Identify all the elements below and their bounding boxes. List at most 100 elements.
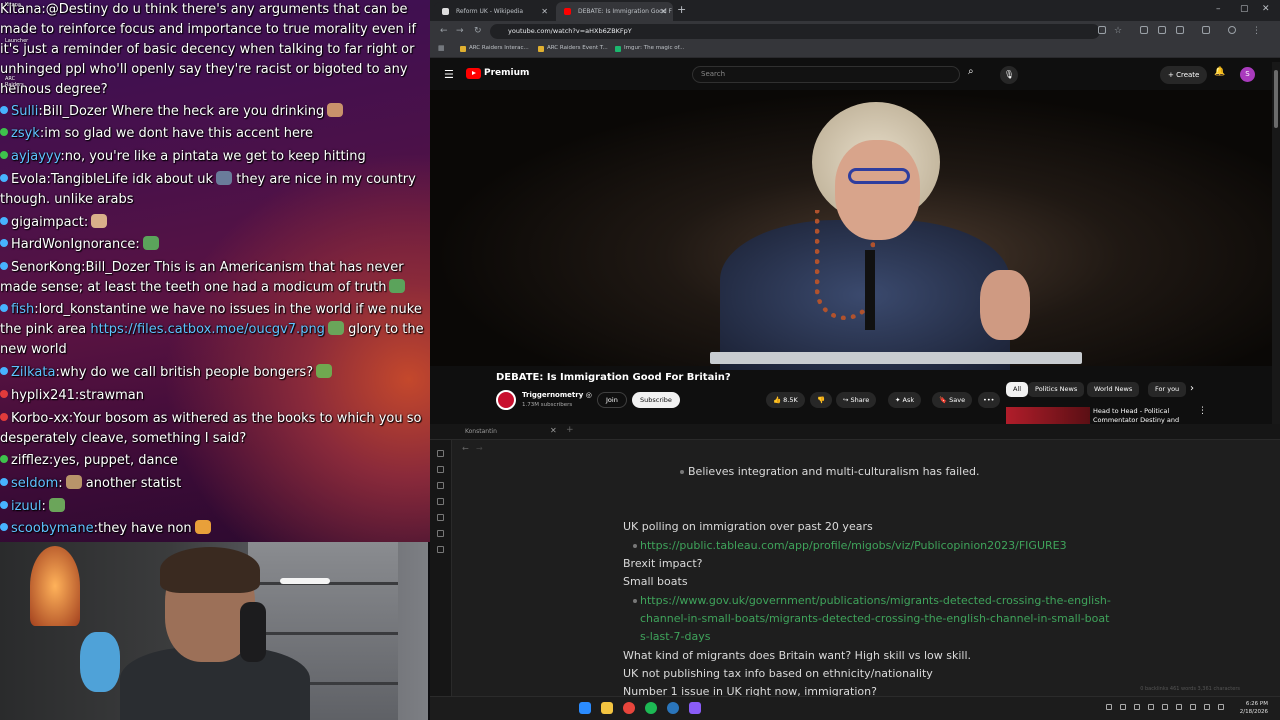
chat-username[interactable]: ayjayyy [11, 149, 60, 164]
create-button[interactable]: + Create [1160, 66, 1208, 84]
forward-arrow-icon[interactable]: → [456, 26, 464, 36]
chat-username[interactable]: zsyk [11, 126, 40, 141]
bookmark-imgur[interactable]: Imgur: The magic of... [615, 45, 684, 52]
bookmark-arc-raiders-interactive[interactable]: ARC Raiders Interac... [460, 45, 529, 52]
list-icon[interactable] [437, 546, 444, 553]
note-line[interactable]: Small boats [623, 573, 688, 591]
file-icon[interactable] [437, 450, 444, 457]
chat-username[interactable]: Sulli [11, 104, 38, 119]
steam-icon[interactable] [667, 702, 679, 714]
chat-username[interactable]: zifflez [11, 453, 49, 468]
desktop-icon-launcher[interactable]: Launcher [5, 38, 28, 44]
chat-username[interactable]: gigaimpact [11, 215, 84, 230]
volume-icon[interactable] [1204, 704, 1210, 710]
tray-icon[interactable] [1148, 704, 1154, 710]
canvas-icon[interactable] [437, 482, 444, 489]
reload-icon[interactable]: ↻ [474, 26, 482, 36]
chat-username[interactable]: seldom [11, 476, 58, 491]
chat-username[interactable]: Korbo-xx [11, 411, 69, 426]
copy-icon[interactable] [437, 514, 444, 521]
chip-all[interactable]: All [1006, 382, 1029, 397]
chat-username[interactable]: Evola [11, 172, 46, 187]
account-avatar[interactable]: S [1240, 67, 1255, 82]
install-icon[interactable] [1098, 26, 1106, 34]
note-line[interactable]: What kind of migrants does Britain want?… [623, 647, 971, 665]
chip-for-you[interactable]: For you [1148, 382, 1187, 397]
apps-icon[interactable]: ▦ [438, 44, 445, 52]
like-button[interactable]: 👍 8.5K [766, 392, 805, 408]
voice-search-icon[interactable]: 🎙 [1000, 66, 1018, 84]
note-line[interactable]: UK not publishing tax info based on ethn… [623, 665, 933, 683]
desktop-icon-arc-raiders[interactable]: ARC Raiders [5, 76, 25, 88]
extension-icon[interactable] [1158, 26, 1166, 34]
ask-button[interactable]: ✦ Ask [888, 392, 922, 408]
extension-icon[interactable] [1140, 26, 1148, 34]
youtube-logo-icon[interactable] [466, 68, 481, 79]
spotify-icon[interactable] [645, 702, 657, 714]
start-icon[interactable] [579, 702, 591, 714]
file-explorer-icon[interactable] [601, 702, 613, 714]
more-vert-icon[interactable]: ⋮ [1198, 406, 1207, 416]
chat-username[interactable]: Zilkata [11, 365, 55, 380]
video-player[interactable] [430, 90, 1272, 370]
chat-username[interactable]: HardWonIgnorance [11, 237, 135, 252]
battery-icon[interactable] [1218, 704, 1224, 710]
chat-username[interactable]: SenorKong [11, 260, 81, 275]
desktop-icon-kitana[interactable]: Kitana [5, 2, 25, 8]
minimize-button[interactable]: – [1216, 4, 1221, 14]
channel-name[interactable]: Triggernometry ◎ [522, 391, 592, 399]
new-tab-button[interactable]: + [677, 3, 686, 16]
extension-icon[interactable] [1176, 26, 1184, 34]
chip-politics-news[interactable]: Politics News [1028, 382, 1085, 397]
note-line[interactable]: Brexit impact? [623, 555, 702, 573]
close-tab-icon[interactable]: ✕ [541, 2, 548, 21]
note-line[interactable]: Believes integration and multi-culturali… [688, 463, 979, 481]
chrome-icon[interactable] [623, 702, 635, 714]
note-link[interactable]: s-last-7-days [640, 628, 710, 646]
chip-world-news[interactable]: World News [1087, 382, 1140, 397]
terminal-icon[interactable] [437, 530, 444, 537]
scrollbar-thumb[interactable] [1274, 70, 1278, 128]
tray-icon[interactable] [1134, 704, 1140, 710]
note-link[interactable]: https://www.gov.uk/government/publicatio… [640, 592, 1111, 610]
close-tab-icon[interactable]: ✕ [660, 2, 667, 21]
close-window-button[interactable]: ✕ [1262, 4, 1270, 14]
obsidian-icon[interactable] [689, 702, 701, 714]
tab-youtube[interactable]: DEBATE: Is Immigration Good F ✕ [556, 2, 673, 21]
chevron-right-icon[interactable]: › [1190, 383, 1194, 394]
bookmark-arc-raiders-event[interactable]: ARC Raiders Event T... [538, 45, 608, 52]
network-icon[interactable] [1190, 704, 1196, 710]
back-arrow-icon[interactable]: ← [462, 444, 469, 453]
join-button[interactable]: Join [597, 392, 627, 408]
chat-username[interactable]: scoobymane [11, 521, 94, 536]
dislike-button[interactable]: 👎 [810, 392, 833, 408]
tray-icon[interactable] [1120, 704, 1126, 710]
back-arrow-icon[interactable]: ← [440, 26, 448, 36]
calendar-icon[interactable] [437, 498, 444, 505]
new-note-tab-icon[interactable]: + [566, 425, 574, 435]
tray-icon[interactable] [1106, 704, 1112, 710]
chat-username[interactable]: fish [11, 302, 34, 317]
close-note-tab-icon[interactable]: ✕ [550, 426, 557, 435]
search-input[interactable]: Search [692, 66, 960, 83]
tray-icon[interactable] [1176, 704, 1182, 710]
channel-avatar[interactable] [496, 390, 516, 410]
recommended-title[interactable]: Head to Head - Political Commentator Des… [1093, 407, 1203, 424]
chat-username[interactable]: hyplix241 [11, 388, 75, 403]
save-button[interactable]: 🔖 Save [932, 392, 973, 408]
sidepanel-icon[interactable] [1202, 26, 1210, 34]
profile-icon[interactable] [1228, 26, 1236, 34]
notifications-bell-icon[interactable]: 🔔 [1214, 67, 1225, 77]
graph-icon[interactable] [437, 466, 444, 473]
tray-icon[interactable] [1162, 704, 1168, 710]
clock[interactable]: 6:26 PM 2/18/2026 [1240, 700, 1268, 716]
youtube-premium-label[interactable]: Premium [484, 68, 529, 78]
chat-link[interactable]: https://files.catbox.moe/oucgv7.png [90, 322, 325, 337]
forward-arrow-icon[interactable]: → [476, 444, 483, 453]
subscribe-button[interactable]: Subscribe [632, 392, 680, 408]
more-actions-button[interactable]: ••• [978, 392, 1000, 408]
recommended-thumbnail[interactable] [1006, 407, 1090, 424]
hamburger-menu-icon[interactable]: ☰ [444, 68, 454, 81]
share-button[interactable]: ↪ Share [836, 392, 877, 408]
tab-wikipedia[interactable]: Reform UK - Wikipedia ✕ [434, 2, 554, 21]
